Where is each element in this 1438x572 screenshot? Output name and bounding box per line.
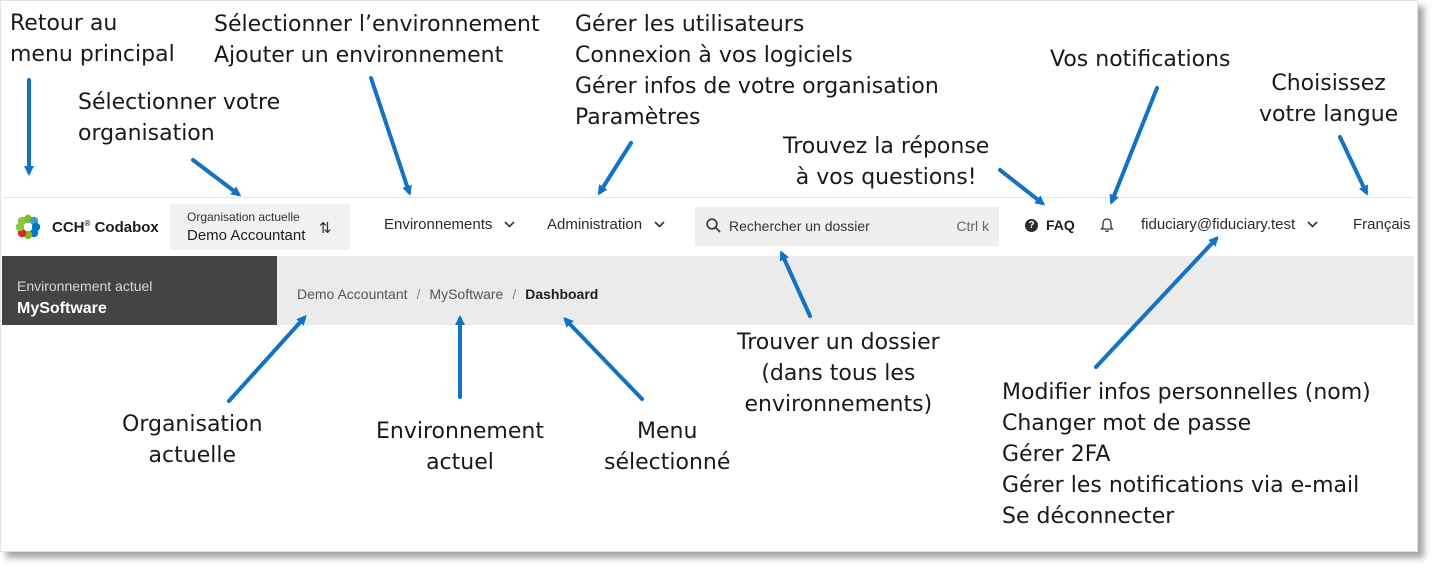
- arrow-env-select: [369, 76, 412, 196]
- arrow-find-folder: [779, 250, 812, 318]
- arrow-org-current: [227, 315, 307, 403]
- arrow-notifications: [1109, 86, 1159, 205]
- arrow-select-org: [191, 158, 242, 197]
- arrow-menu-selected: [563, 317, 644, 401]
- arrow-user-menu: [1094, 236, 1219, 369]
- arrow-admin: [597, 141, 633, 196]
- annotation-arrows: [24, 76, 1368, 403]
- arrow-language: [1338, 135, 1368, 196]
- arrow-faq: [998, 168, 1046, 206]
